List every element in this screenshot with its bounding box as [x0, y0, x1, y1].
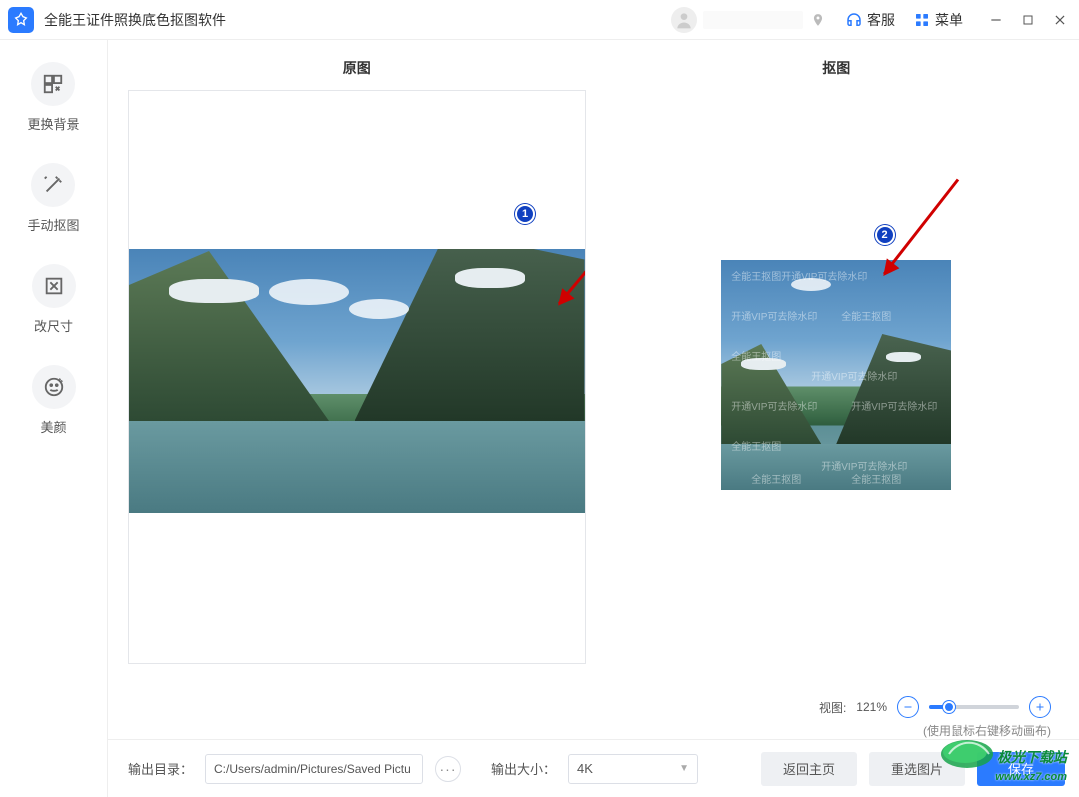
- headset-icon: [845, 11, 863, 29]
- chevron-down-icon: ▼: [679, 763, 689, 774]
- annotation-badge-1: 1: [515, 204, 535, 224]
- username-redacted: [703, 11, 803, 29]
- watermark: 全能王抠图: [731, 268, 781, 283]
- reselect-button[interactable]: 重选图片: [869, 752, 965, 786]
- zoom-in-button[interactable]: [1029, 696, 1051, 718]
- outsize-label: 输出大小：: [491, 759, 556, 778]
- titlebar: 全能王证件照换底色抠图软件 客服 菜单: [0, 0, 1079, 40]
- cutout-image: 全能王抠图 开通VIP可去除水印 开通VIP可去除水印 全能王抠图 全能王抠图 …: [721, 260, 951, 490]
- annotation-badge-2: 2: [875, 225, 895, 245]
- maximize-button[interactable]: [1019, 11, 1037, 29]
- user-area[interactable]: [671, 7, 827, 33]
- support-label: 客服: [867, 10, 895, 30]
- outsize-select[interactable]: 4K ▼: [568, 754, 698, 784]
- zoom-slider[interactable]: [929, 705, 1019, 709]
- avatar: [671, 7, 697, 33]
- support-button[interactable]: 客服: [845, 10, 895, 30]
- main-area: 原图 1 抠图: [108, 40, 1079, 797]
- watermark: 全能王抠图: [841, 308, 891, 323]
- watermark: 全能王抠图: [751, 471, 801, 486]
- view-label: 视图:: [819, 699, 846, 716]
- watermark: 全能王抠图: [851, 471, 901, 486]
- minimize-button[interactable]: [987, 11, 1005, 29]
- location-icon: [809, 11, 827, 29]
- watermark: 开通VIP可去除水印: [811, 368, 897, 383]
- panel-title-original: 原图: [343, 58, 371, 78]
- view-value: 121%: [856, 700, 887, 714]
- watermark: 开通VIP可去除水印: [851, 398, 937, 413]
- sidebar: 更换背景 手动抠图 改尺寸 美颜: [0, 40, 108, 797]
- panel-cutout: 抠图 全能王抠图 开通VIP可去除水印 开通VIP可去除水印: [608, 58, 1066, 688]
- browse-button[interactable]: ···: [435, 756, 461, 782]
- beauty-icon: [32, 365, 76, 409]
- sidebar-item-label: 改尺寸: [34, 316, 73, 335]
- grid-icon: [913, 11, 931, 29]
- watermark: 全能王抠图: [731, 438, 781, 453]
- sidebar-item-resize[interactable]: 改尺寸: [32, 264, 76, 335]
- original-canvas[interactable]: 1: [128, 90, 586, 664]
- panel-title-cutout: 抠图: [822, 58, 850, 78]
- watermark: 开通VIP可去除水印: [781, 268, 867, 283]
- sidebar-item-label: 美颜: [40, 417, 66, 436]
- watermark: 全能王抠图: [731, 348, 781, 363]
- background-icon: [31, 62, 75, 106]
- watermark: 开通VIP可去除水印: [731, 308, 817, 323]
- sidebar-item-beauty[interactable]: 美颜: [32, 365, 76, 436]
- outsize-value: 4K: [577, 761, 593, 776]
- sidebar-item-label: 手动抠图: [27, 215, 79, 234]
- bottom-bar: 输出目录： C:/Users/admin/Pictures/Saved Pict…: [108, 739, 1079, 797]
- close-button[interactable]: [1051, 11, 1069, 29]
- app-title: 全能王证件照换底色抠图软件: [44, 10, 226, 30]
- cutout-canvas[interactable]: 全能王抠图 开通VIP可去除水印 开通VIP可去除水印 全能王抠图 全能王抠图 …: [608, 90, 1066, 664]
- resize-icon: [32, 264, 76, 308]
- app-logo: [8, 7, 34, 33]
- wand-icon: [31, 163, 75, 207]
- back-button[interactable]: 返回主页: [761, 752, 857, 786]
- outdir-input[interactable]: C:/Users/admin/Pictures/Saved Pictu: [205, 754, 423, 784]
- view-controls: 视图: 121% (使用鼠标右键移动画布): [108, 688, 1079, 739]
- watermark: 开通VIP可去除水印: [731, 398, 817, 413]
- outdir-value: C:/Users/admin/Pictures/Saved Pictu: [214, 762, 411, 776]
- menu-button[interactable]: 菜单: [913, 10, 963, 30]
- sidebar-item-background[interactable]: 更换背景: [27, 62, 79, 133]
- zoom-out-button[interactable]: [897, 696, 919, 718]
- view-hint: (使用鼠标右键移动画布): [923, 722, 1051, 739]
- menu-label: 菜单: [935, 10, 963, 30]
- outdir-label: 输出目录：: [128, 759, 193, 778]
- save-button[interactable]: 保存: [977, 752, 1065, 786]
- sidebar-item-label: 更换背景: [27, 114, 79, 133]
- original-image: [129, 249, 585, 513]
- panel-original: 原图 1: [128, 58, 586, 688]
- sidebar-item-manual[interactable]: 手动抠图: [27, 163, 79, 234]
